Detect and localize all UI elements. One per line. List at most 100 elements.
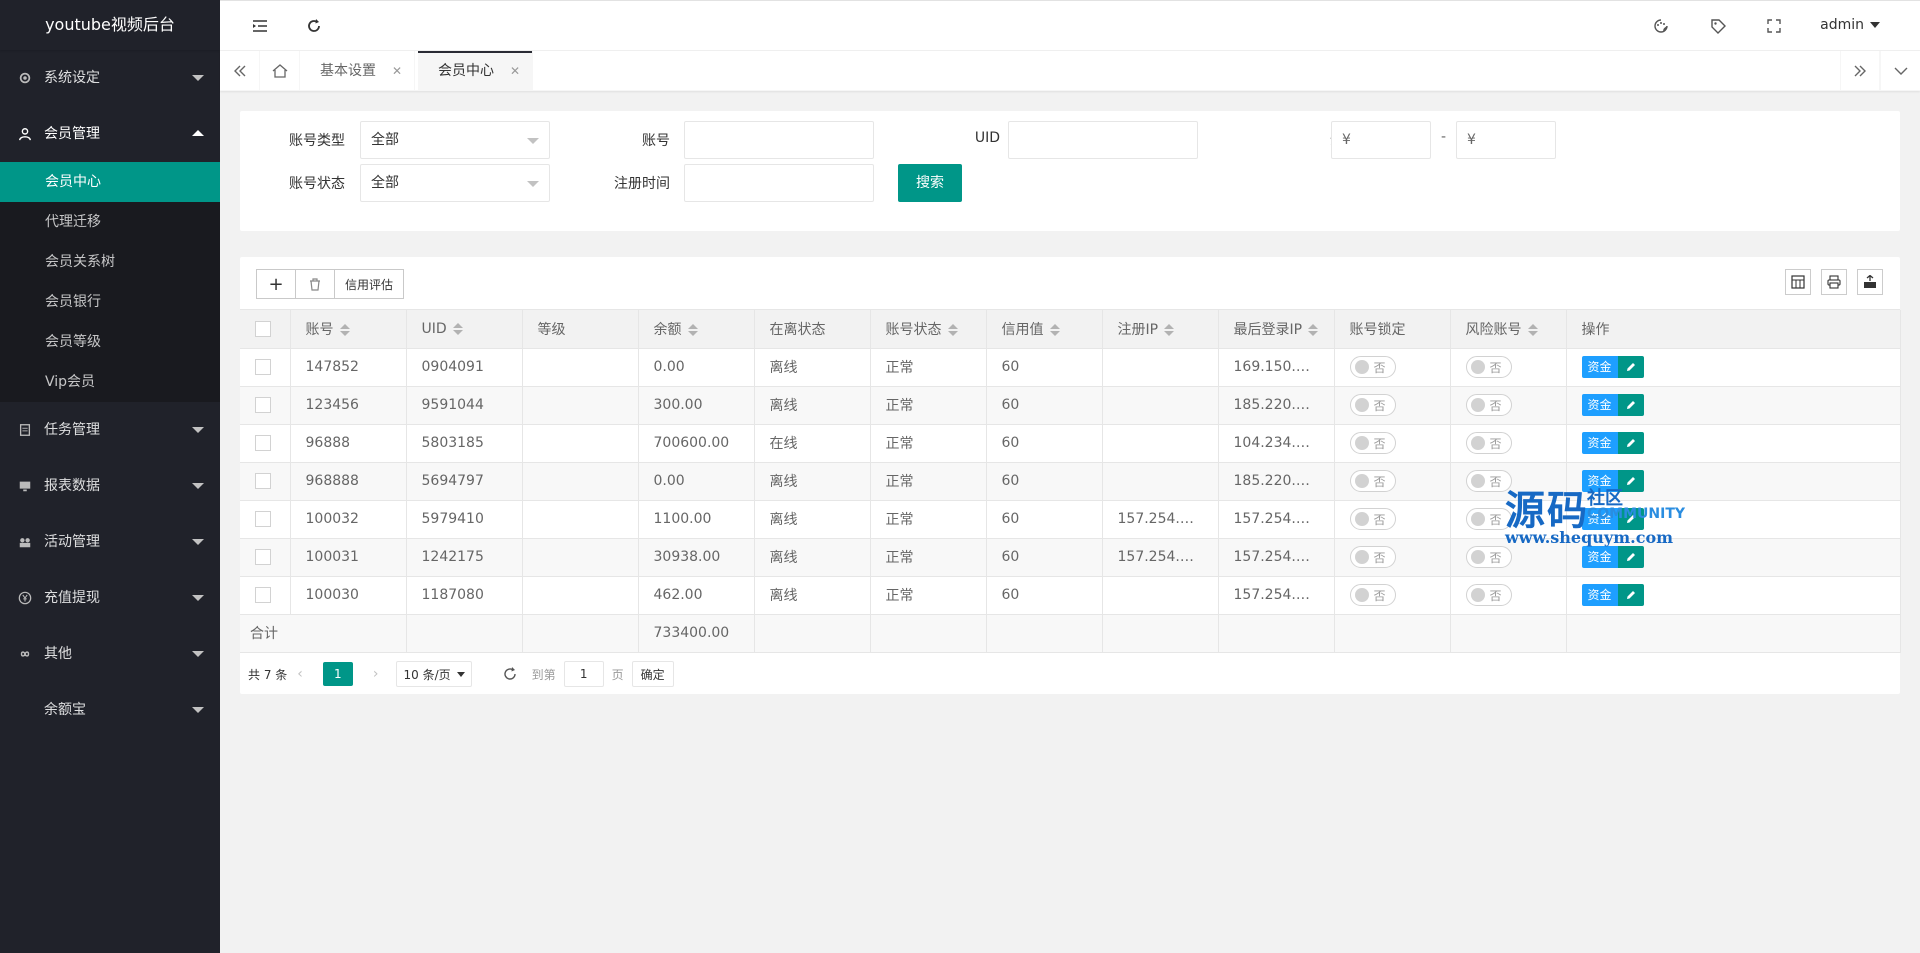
lock-toggle[interactable]: 否 xyxy=(1349,470,1396,492)
next-page-icon[interactable]: › xyxy=(373,666,379,682)
lock-toggle[interactable]: 否 xyxy=(1349,356,1396,378)
sidebar-subitem-member-bank[interactable]: 会员银行 xyxy=(0,282,220,322)
risk-toggle[interactable]: 否 xyxy=(1465,432,1512,454)
column-header[interactable]: 账号状态 xyxy=(870,310,987,349)
sidebar-subitem-member-tree[interactable]: 会员关系树 xyxy=(0,242,220,282)
sidebar-item-member-management[interactable]: 会员管理 xyxy=(0,106,220,162)
column-header[interactable]: 风险账号 xyxy=(1450,310,1567,349)
row-checkbox[interactable] xyxy=(255,473,271,489)
goto-page-input[interactable]: 1 xyxy=(563,661,604,687)
row-checkbox[interactable] xyxy=(255,359,271,375)
column-header[interactable]: 最后登录IP xyxy=(1218,310,1335,349)
balance-min-input[interactable]: ¥ xyxy=(1331,121,1431,159)
sort-icon[interactable] xyxy=(1049,323,1060,336)
balance-max-input[interactable]: ¥ xyxy=(1456,121,1556,159)
column-header[interactable]: 余额 xyxy=(638,310,755,349)
row-checkbox[interactable] xyxy=(255,587,271,603)
risk-toggle[interactable]: 否 xyxy=(1465,584,1512,606)
refresh-icon[interactable] xyxy=(303,15,325,37)
sort-icon[interactable] xyxy=(947,323,958,336)
edit-button[interactable] xyxy=(1617,432,1644,454)
lock-toggle[interactable]: 否 xyxy=(1349,394,1396,416)
edit-button[interactable] xyxy=(1617,356,1644,378)
close-icon[interactable]: ✕ xyxy=(510,51,520,91)
sidebar-item-other[interactable]: 其他 xyxy=(0,626,220,682)
tab-basic-settings[interactable]: 基本设置 ✕ xyxy=(300,51,415,91)
reg-time-input[interactable] xyxy=(684,164,874,202)
sidebar-subitem-agent-migration[interactable]: 代理迁移 xyxy=(0,202,220,242)
sidebar-item-balance-treasure[interactable]: 余额宝 xyxy=(0,682,220,738)
prev-page-icon[interactable]: ‹ xyxy=(297,666,303,682)
row-checkbox[interactable] xyxy=(255,397,271,413)
sidebar-item-task-management[interactable]: 任务管理 xyxy=(0,402,220,458)
sidebar-subitem-member-level[interactable]: 会员等级 xyxy=(0,322,220,362)
delete-button[interactable] xyxy=(295,269,335,299)
lock-toggle[interactable]: 否 xyxy=(1349,584,1396,606)
home-icon[interactable] xyxy=(260,51,300,91)
user-menu[interactable]: admin xyxy=(1820,17,1880,33)
edit-button[interactable] xyxy=(1617,470,1644,492)
edit-button[interactable] xyxy=(1617,508,1644,530)
fund-button[interactable]: 资金 xyxy=(1581,356,1618,378)
uid-input[interactable] xyxy=(1008,121,1198,159)
edit-button[interactable] xyxy=(1617,546,1644,568)
lock-toggle[interactable]: 否 xyxy=(1349,508,1396,530)
lock-toggle[interactable]: 否 xyxy=(1349,546,1396,568)
column-header[interactable]: UID xyxy=(406,310,523,349)
risk-toggle[interactable]: 否 xyxy=(1465,470,1512,492)
account-type-select[interactable]: 全部 xyxy=(360,121,550,159)
fund-button[interactable]: 资金 xyxy=(1581,470,1618,492)
sort-icon[interactable] xyxy=(339,323,350,336)
risk-toggle[interactable]: 否 xyxy=(1465,394,1512,416)
sidebar-item-recharge-withdraw[interactable]: 充值提现 xyxy=(0,570,220,626)
row-checkbox[interactable] xyxy=(255,549,271,565)
edit-button[interactable] xyxy=(1617,584,1644,606)
account-input[interactable] xyxy=(684,121,874,159)
tabs-scroll-left-icon[interactable] xyxy=(220,51,260,91)
edit-button[interactable] xyxy=(1617,394,1644,416)
column-header[interactable]: 注册IP xyxy=(1102,310,1219,349)
refresh-page-icon[interactable] xyxy=(502,666,518,682)
menu-fold-icon[interactable] xyxy=(249,15,271,37)
fullscreen-icon[interactable] xyxy=(1763,15,1785,37)
fund-button[interactable]: 资金 xyxy=(1581,546,1618,568)
theme-icon[interactable] xyxy=(1650,15,1672,37)
row-checkbox[interactable] xyxy=(255,511,271,527)
search-button[interactable]: 搜索 xyxy=(898,164,962,202)
sort-icon[interactable] xyxy=(687,323,698,336)
sidebar-item-system-settings[interactable]: 系统设定 xyxy=(0,50,220,106)
columns-filter-icon[interactable] xyxy=(1785,269,1811,295)
current-page[interactable]: 1 xyxy=(322,662,353,686)
goto-confirm-button[interactable]: 确定 xyxy=(631,661,674,687)
tab-member-center[interactable]: 会员中心 ✕ xyxy=(418,51,533,91)
sidebar-item-activity-management[interactable]: 活动管理 xyxy=(0,514,220,570)
page-size-select[interactable]: 10 条/页 xyxy=(396,661,472,687)
tabs-scroll-right-icon[interactable] xyxy=(1840,51,1880,91)
risk-toggle[interactable]: 否 xyxy=(1465,508,1512,530)
column-header[interactable]: 信用值 xyxy=(986,310,1103,349)
fund-button[interactable]: 资金 xyxy=(1581,584,1618,606)
add-button[interactable]: + xyxy=(256,269,296,299)
print-icon[interactable] xyxy=(1821,269,1847,295)
tag-icon[interactable] xyxy=(1707,15,1729,37)
risk-toggle[interactable]: 否 xyxy=(1465,356,1512,378)
sidebar-item-report-data[interactable]: 报表数据 xyxy=(0,458,220,514)
row-checkbox[interactable] xyxy=(255,435,271,451)
sort-icon[interactable] xyxy=(1164,323,1175,336)
sort-icon[interactable] xyxy=(452,322,463,335)
close-icon[interactable]: ✕ xyxy=(392,51,402,91)
fund-button[interactable]: 资金 xyxy=(1581,394,1618,416)
tabs-menu-icon[interactable] xyxy=(1880,51,1920,91)
sidebar-subitem-vip[interactable]: Vip会员 xyxy=(0,362,220,402)
sort-icon[interactable] xyxy=(1308,323,1319,336)
sidebar-subitem-member-center[interactable]: 会员中心 xyxy=(0,162,220,202)
column-header[interactable]: 账号 xyxy=(290,310,407,349)
export-icon[interactable] xyxy=(1857,269,1883,295)
fund-button[interactable]: 资金 xyxy=(1581,508,1618,530)
lock-toggle[interactable]: 否 xyxy=(1349,432,1396,454)
select-all-checkbox[interactable] xyxy=(255,320,271,337)
sort-icon[interactable] xyxy=(1527,323,1538,336)
credit-eval-button[interactable]: 信用评估 xyxy=(334,269,405,299)
risk-toggle[interactable]: 否 xyxy=(1465,546,1512,568)
fund-button[interactable]: 资金 xyxy=(1581,432,1618,454)
